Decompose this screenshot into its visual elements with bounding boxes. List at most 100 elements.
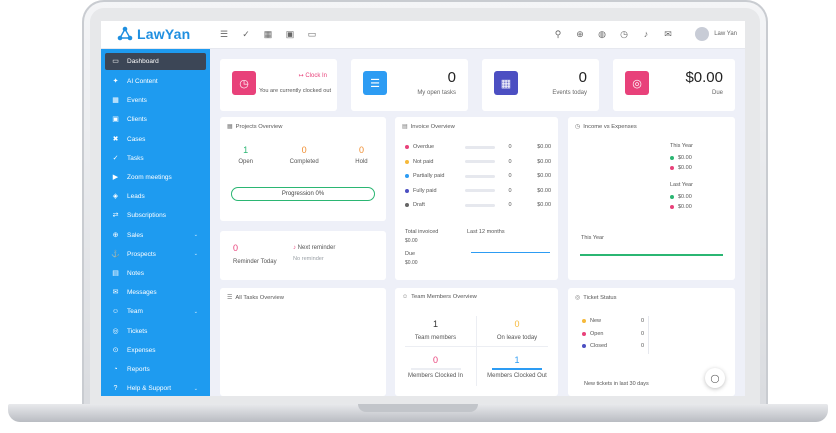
- cart-icon: ⊕: [112, 231, 119, 239]
- projects-completed[interactable]: 0 Completed: [290, 145, 319, 165]
- invoice-row[interactable]: Fully paid 0 $0.00: [405, 188, 551, 194]
- bell-icon[interactable]: ♪: [641, 29, 651, 39]
- search-icon[interactable]: ⚲: [553, 29, 563, 39]
- sidebar-item-clients[interactable]: ▣ Clients: [101, 110, 210, 129]
- briefcase-icon[interactable]: ▣: [285, 29, 295, 39]
- status-dot: [405, 174, 409, 178]
- projects-hold[interactable]: 0 Hold: [355, 145, 367, 165]
- ticket-row-label: New: [590, 318, 602, 324]
- due-card[interactable]: ◎ $0.00 Due: [613, 59, 735, 111]
- sidebar-item-subscriptions[interactable]: ⇄ Subscriptions: [101, 206, 210, 225]
- sidebar-item-prospects[interactable]: ⚓ Prospects ⌄: [101, 245, 210, 264]
- ticket-status-card: ◎ Ticket Status New 0 Open 0 Closed 0 New tick…: [568, 288, 735, 396]
- status-dot: [405, 188, 409, 193]
- chevron-down-icon: ⌄: [193, 251, 198, 258]
- sidebar-item-label: Dashboard: [127, 58, 159, 65]
- calendar-icon: ▦: [112, 97, 119, 105]
- chevron-down-icon: ⌄: [193, 308, 198, 315]
- invoice-row[interactable]: Draft 0 $0.00: [405, 202, 551, 208]
- monitor-icon[interactable]: ▭: [307, 29, 317, 39]
- user-menu[interactable]: Law Yan: [695, 27, 737, 41]
- sidebar-item-events[interactable]: ▦ Events: [101, 91, 210, 110]
- team-members[interactable]: 1 Team members: [395, 319, 476, 341]
- ticket-row[interactable]: New 0: [582, 318, 644, 324]
- all-tasks-title: ☰ All Tasks Overview: [227, 294, 284, 302]
- users-icon: ☺: [111, 308, 120, 316]
- ticket-icon: ◎: [575, 295, 581, 301]
- clock-in-button[interactable]: ↦ Clock In: [299, 72, 327, 79]
- briefcase-icon: ▣: [112, 116, 119, 124]
- sidebar-item-cases[interactable]: ✖ Cases: [101, 130, 210, 149]
- invoice-row-amount: $0.00: [537, 158, 551, 165]
- app-name: LawYan: [137, 26, 191, 42]
- menu-icon[interactable]: ☰: [219, 29, 229, 39]
- sidebar-item-messages[interactable]: ✉ Messages: [101, 283, 210, 302]
- progress-bar: Progression 0%: [231, 187, 375, 201]
- invoice-overview-card: ▤ Invoice Overview Overdue 0 $0.00 Not paid 0…: [395, 117, 558, 280]
- help-icon: ?: [113, 385, 118, 393]
- team-divider-horizontal: [405, 346, 548, 347]
- team-overview-card: ☺ Team Members Overview 1 Team members 0 …: [395, 288, 558, 396]
- users-icon: ☺: [402, 294, 409, 300]
- mail-icon[interactable]: ✉: [663, 29, 673, 39]
- add-icon[interactable]: ⊕: [575, 29, 585, 39]
- income-expenses-title: ◷ Income vs Expenses: [575, 123, 637, 131]
- events-today-label: Events today: [552, 90, 587, 96]
- invoice-row[interactable]: Not paid 0 $0.00: [405, 159, 551, 165]
- invoice-row-label: Overdue: [413, 144, 435, 150]
- ticket-row[interactable]: Open 0: [582, 331, 644, 337]
- invoice-row[interactable]: Overdue 0 $0.00: [405, 144, 551, 150]
- sidebar-item-label: Notes: [127, 269, 144, 277]
- clock-status: You are currently clocked out: [259, 88, 331, 94]
- income-last-year-expense: $0.00: [670, 204, 692, 210]
- sidebar-item-dashboard[interactable]: ▭ Dashboard: [105, 53, 206, 70]
- team-on-leave[interactable]: 0 On leave today: [476, 319, 558, 341]
- events-today-card[interactable]: ▦ 0 Events today: [482, 59, 599, 111]
- top-bar: LawYan ☰ ✓ ▦ ▣ ▭ ⚲ ⊕ ◍ ◷ ♪ ✉ Law Yan: [101, 21, 745, 49]
- clock-icon[interactable]: ◷: [619, 29, 629, 39]
- projects-open[interactable]: 1 Open: [238, 145, 253, 165]
- members-clocked-out[interactable]: 1 Members Clocked Out: [476, 355, 558, 379]
- check-circle-icon[interactable]: ✓: [241, 29, 251, 39]
- grid-icon[interactable]: ▦: [263, 29, 273, 39]
- invoice-row-bar: [465, 189, 495, 192]
- globe-icon[interactable]: ◍: [597, 29, 607, 39]
- sidebar-item-tickets[interactable]: ◎ Tickets: [101, 321, 210, 340]
- invoice-row-amount: $0.00: [537, 187, 551, 194]
- sidebar-item-tasks[interactable]: ✓ Tasks: [101, 149, 210, 168]
- sidebar-item-sales[interactable]: ⊕ Sales ⌄: [101, 226, 210, 245]
- chevron-down-icon: ⌄: [193, 232, 198, 239]
- sidebar-item-leads[interactable]: ◈ Leads: [101, 187, 210, 206]
- ticket-status-title: ◎ Ticket Status: [575, 294, 617, 302]
- reminder-card: 0 Reminder Today ♪ Next reminder No remi…: [220, 231, 386, 280]
- sidebar-item-zoom-meetings[interactable]: ▶ Zoom meetings: [101, 168, 210, 187]
- total-invoiced-label: Total invoiced: [405, 229, 439, 235]
- status-dot: [582, 344, 586, 348]
- app-logo[interactable]: LawYan: [117, 26, 190, 42]
- members-clocked-in[interactable]: 0 Members Clocked In: [395, 355, 476, 379]
- sidebar-item-notes[interactable]: ▤ Notes: [101, 264, 210, 283]
- chat-button[interactable]: ◯: [705, 368, 725, 388]
- ticket-row-count: 0: [640, 318, 644, 324]
- logo-icon: [117, 26, 133, 41]
- check-icon: ✓: [112, 154, 119, 162]
- invoice-row-bar: [465, 174, 495, 178]
- ticket-row-count: 0: [640, 330, 644, 337]
- sidebar-item-team[interactable]: ☺ Team ⌄: [101, 302, 210, 321]
- ticket-row-label: Open: [590, 330, 604, 337]
- sidebar-item-expenses[interactable]: ⊙ Expenses: [101, 341, 210, 360]
- open-tasks-card[interactable]: ☰ 0 My open tasks: [351, 59, 468, 111]
- invoice-row-label: Draft: [413, 202, 425, 208]
- ticket-row-label: Closed: [590, 343, 608, 349]
- sidebar-item-ai-content[interactable]: ✦ AI Content: [101, 72, 210, 91]
- invoice-row-count: 0: [508, 158, 512, 165]
- sidebar-item-reports[interactable]: ◔ Reports: [101, 360, 210, 379]
- next-reminder[interactable]: ♪ Next reminder: [293, 245, 335, 251]
- sidebar-item-help-support[interactable]: ? Help & Support ⌄: [101, 379, 210, 396]
- ticket-row[interactable]: Closed 0: [582, 343, 644, 349]
- status-dot: [405, 159, 409, 164]
- total-invoiced-value: $0.00: [405, 238, 418, 244]
- invoice-row[interactable]: Partially paid 0 $0.00: [405, 173, 551, 179]
- sidebar: ▭ Dashboard ✦ AI Content ▦ Events ▣ Clients ✖ Cas…: [101, 49, 210, 396]
- chart-icon: ◔: [113, 365, 118, 373]
